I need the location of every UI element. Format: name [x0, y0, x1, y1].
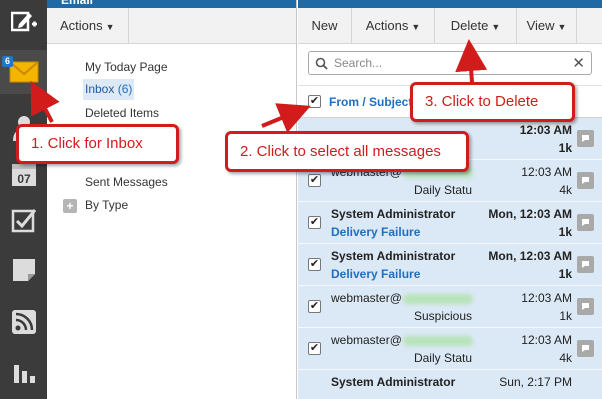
message-size: 1k	[559, 309, 572, 323]
view-button[interactable]: View ▼	[517, 7, 577, 44]
search-input[interactable]: Search... ✕	[308, 51, 592, 75]
flag-icon[interactable]	[577, 340, 594, 357]
message-from: System Administrator	[331, 207, 456, 221]
expand-plus-icon[interactable]: +	[63, 198, 77, 213]
row-checkbox[interactable]: ✔	[308, 174, 321, 187]
notes-icon[interactable]	[0, 248, 47, 292]
message-date: Mon, 12:03 AM	[488, 207, 572, 221]
folder-toolbar: Actions ▼	[47, 7, 296, 44]
message-size: 4k	[559, 183, 572, 197]
folder-label: My Today Page	[85, 60, 168, 74]
folder-by-type[interactable]: + By Type	[63, 194, 296, 217]
actions-label: Actions	[365, 17, 409, 33]
message-from: System Administrator	[331, 375, 456, 389]
message-date: 12:03 AM	[521, 291, 572, 305]
message-row[interactable]: ✔ System Administrator Mon, 12:03 AM Del…	[298, 244, 602, 286]
message-row[interactable]: System Administrator Sun, 2:17 PM	[298, 370, 602, 399]
message-pane: New Actions ▼ Delete ▼ View ▼ Search... ✕ ✔…	[298, 0, 602, 399]
message-date: 12:03 AM	[521, 165, 572, 179]
delete-label: Delete	[450, 17, 489, 33]
message-from: webmaster@	[331, 333, 402, 347]
app-window: 6 07 Email Actions ▼ My Today Page Inbox…	[0, 0, 602, 399]
folder-label: By Type	[85, 198, 129, 212]
message-subject: Daily Statu	[413, 183, 472, 197]
folder-unread-count: (6)	[117, 82, 133, 96]
flag-icon[interactable]	[577, 172, 594, 189]
tasks-icon[interactable]	[0, 198, 47, 242]
message-from: System Administrator	[331, 249, 456, 263]
unread-badge: 6	[2, 56, 14, 67]
row-checkbox[interactable]: ✔	[308, 216, 321, 229]
folder-label: Sent Messages	[85, 175, 168, 189]
select-all-checkbox[interactable]: ✔	[308, 95, 321, 108]
message-subject: Delivery Failure	[331, 225, 421, 239]
row-checkbox[interactable]: ✔	[308, 300, 321, 313]
flag-icon[interactable]	[577, 298, 594, 315]
folder-inbox[interactable]: Inbox (6)	[83, 79, 135, 100]
view-label: View	[526, 17, 555, 33]
clear-search-icon[interactable]: ✕	[572, 54, 585, 72]
flag-icon[interactable]	[577, 256, 594, 273]
chevron-down-icon: ▼	[491, 21, 501, 32]
redacted-text	[403, 336, 473, 346]
folder-actions-label: Actions	[60, 17, 103, 33]
redacted-text	[403, 294, 473, 304]
flag-icon[interactable]	[577, 214, 594, 231]
message-from: webmaster@	[331, 291, 402, 305]
reports-icon[interactable]	[0, 350, 47, 394]
callout-click-inbox: 1. Click for Inbox	[16, 124, 179, 164]
search-row: Search... ✕	[298, 44, 602, 86]
left-rail: 6 07	[0, 0, 47, 399]
calendar-day-label: 07	[17, 172, 31, 186]
message-size: 1k	[558, 225, 572, 239]
callout-delete: 3. Click to Delete	[410, 82, 575, 122]
actions-button[interactable]: Actions ▼	[352, 7, 435, 44]
message-subject: Delivery Failure	[331, 267, 421, 281]
folder-my-today-page[interactable]: My Today Page	[85, 56, 296, 79]
message-size: 1k	[558, 267, 572, 281]
folder-label: Deleted Items	[85, 106, 160, 120]
search-placeholder: Search...	[334, 56, 383, 70]
message-toolbar: New Actions ▼ Delete ▼ View ▼	[298, 7, 602, 44]
chevron-down-icon: ▼	[105, 21, 115, 32]
folder-deleted-items[interactable]: Deleted Items	[85, 102, 296, 125]
message-row[interactable]: ✔ webmaster@ 12:03 AM Suspicious 1k	[298, 286, 602, 328]
chevron-down-icon: ▼	[411, 21, 421, 32]
rss-icon[interactable]	[0, 300, 47, 344]
message-subject: Suspicious	[413, 309, 472, 323]
search-icon	[315, 57, 328, 70]
message-size: 4k	[559, 351, 572, 365]
flag-icon[interactable]	[577, 130, 594, 147]
folder-pane: Email Actions ▼ My Today Page Inbox (6) D…	[47, 0, 297, 399]
folder-label: Inbox	[85, 82, 115, 96]
message-subject: Daily Statu	[413, 351, 472, 365]
folder-actions-button[interactable]: Actions ▼	[47, 7, 129, 44]
row-checkbox[interactable]: ✔	[308, 342, 321, 355]
message-date: 12:03 AM	[519, 123, 572, 137]
compose-icon[interactable]	[0, 0, 47, 44]
message-date: Mon, 12:03 AM	[488, 249, 572, 263]
folder-sent-messages[interactable]: Sent Messages	[85, 171, 296, 194]
row-checkbox[interactable]: ✔	[308, 258, 321, 271]
sort-from-subject-header[interactable]: From / Subject	[329, 95, 412, 109]
message-date: Sun, 2:17 PM	[499, 375, 572, 389]
delete-button[interactable]: Delete ▼	[435, 7, 517, 44]
chevron-down-icon: ▼	[557, 21, 567, 32]
message-row[interactable]: ✔ System Administrator Mon, 12:03 AM Del…	[298, 202, 602, 244]
message-row[interactable]: ✔ webmaster@ 12:03 AM Daily Statu 4k	[298, 328, 602, 370]
message-date: 12:03 AM	[521, 333, 572, 347]
message-size: 1k	[558, 141, 572, 155]
new-button[interactable]: New	[298, 7, 352, 44]
callout-select-all: 2. Click to select all messages	[225, 131, 469, 172]
